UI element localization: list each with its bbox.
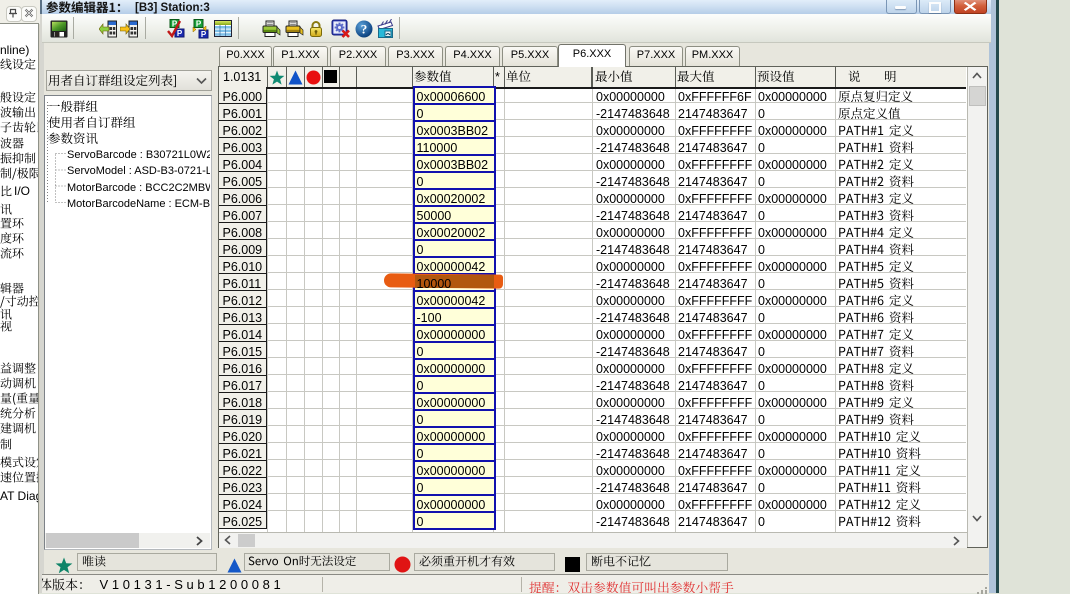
svg-text:P: P — [201, 30, 207, 39]
svg-text:P: P — [177, 29, 183, 38]
svg-text:P: P — [196, 20, 202, 29]
svg-text:?: ? — [361, 22, 368, 37]
